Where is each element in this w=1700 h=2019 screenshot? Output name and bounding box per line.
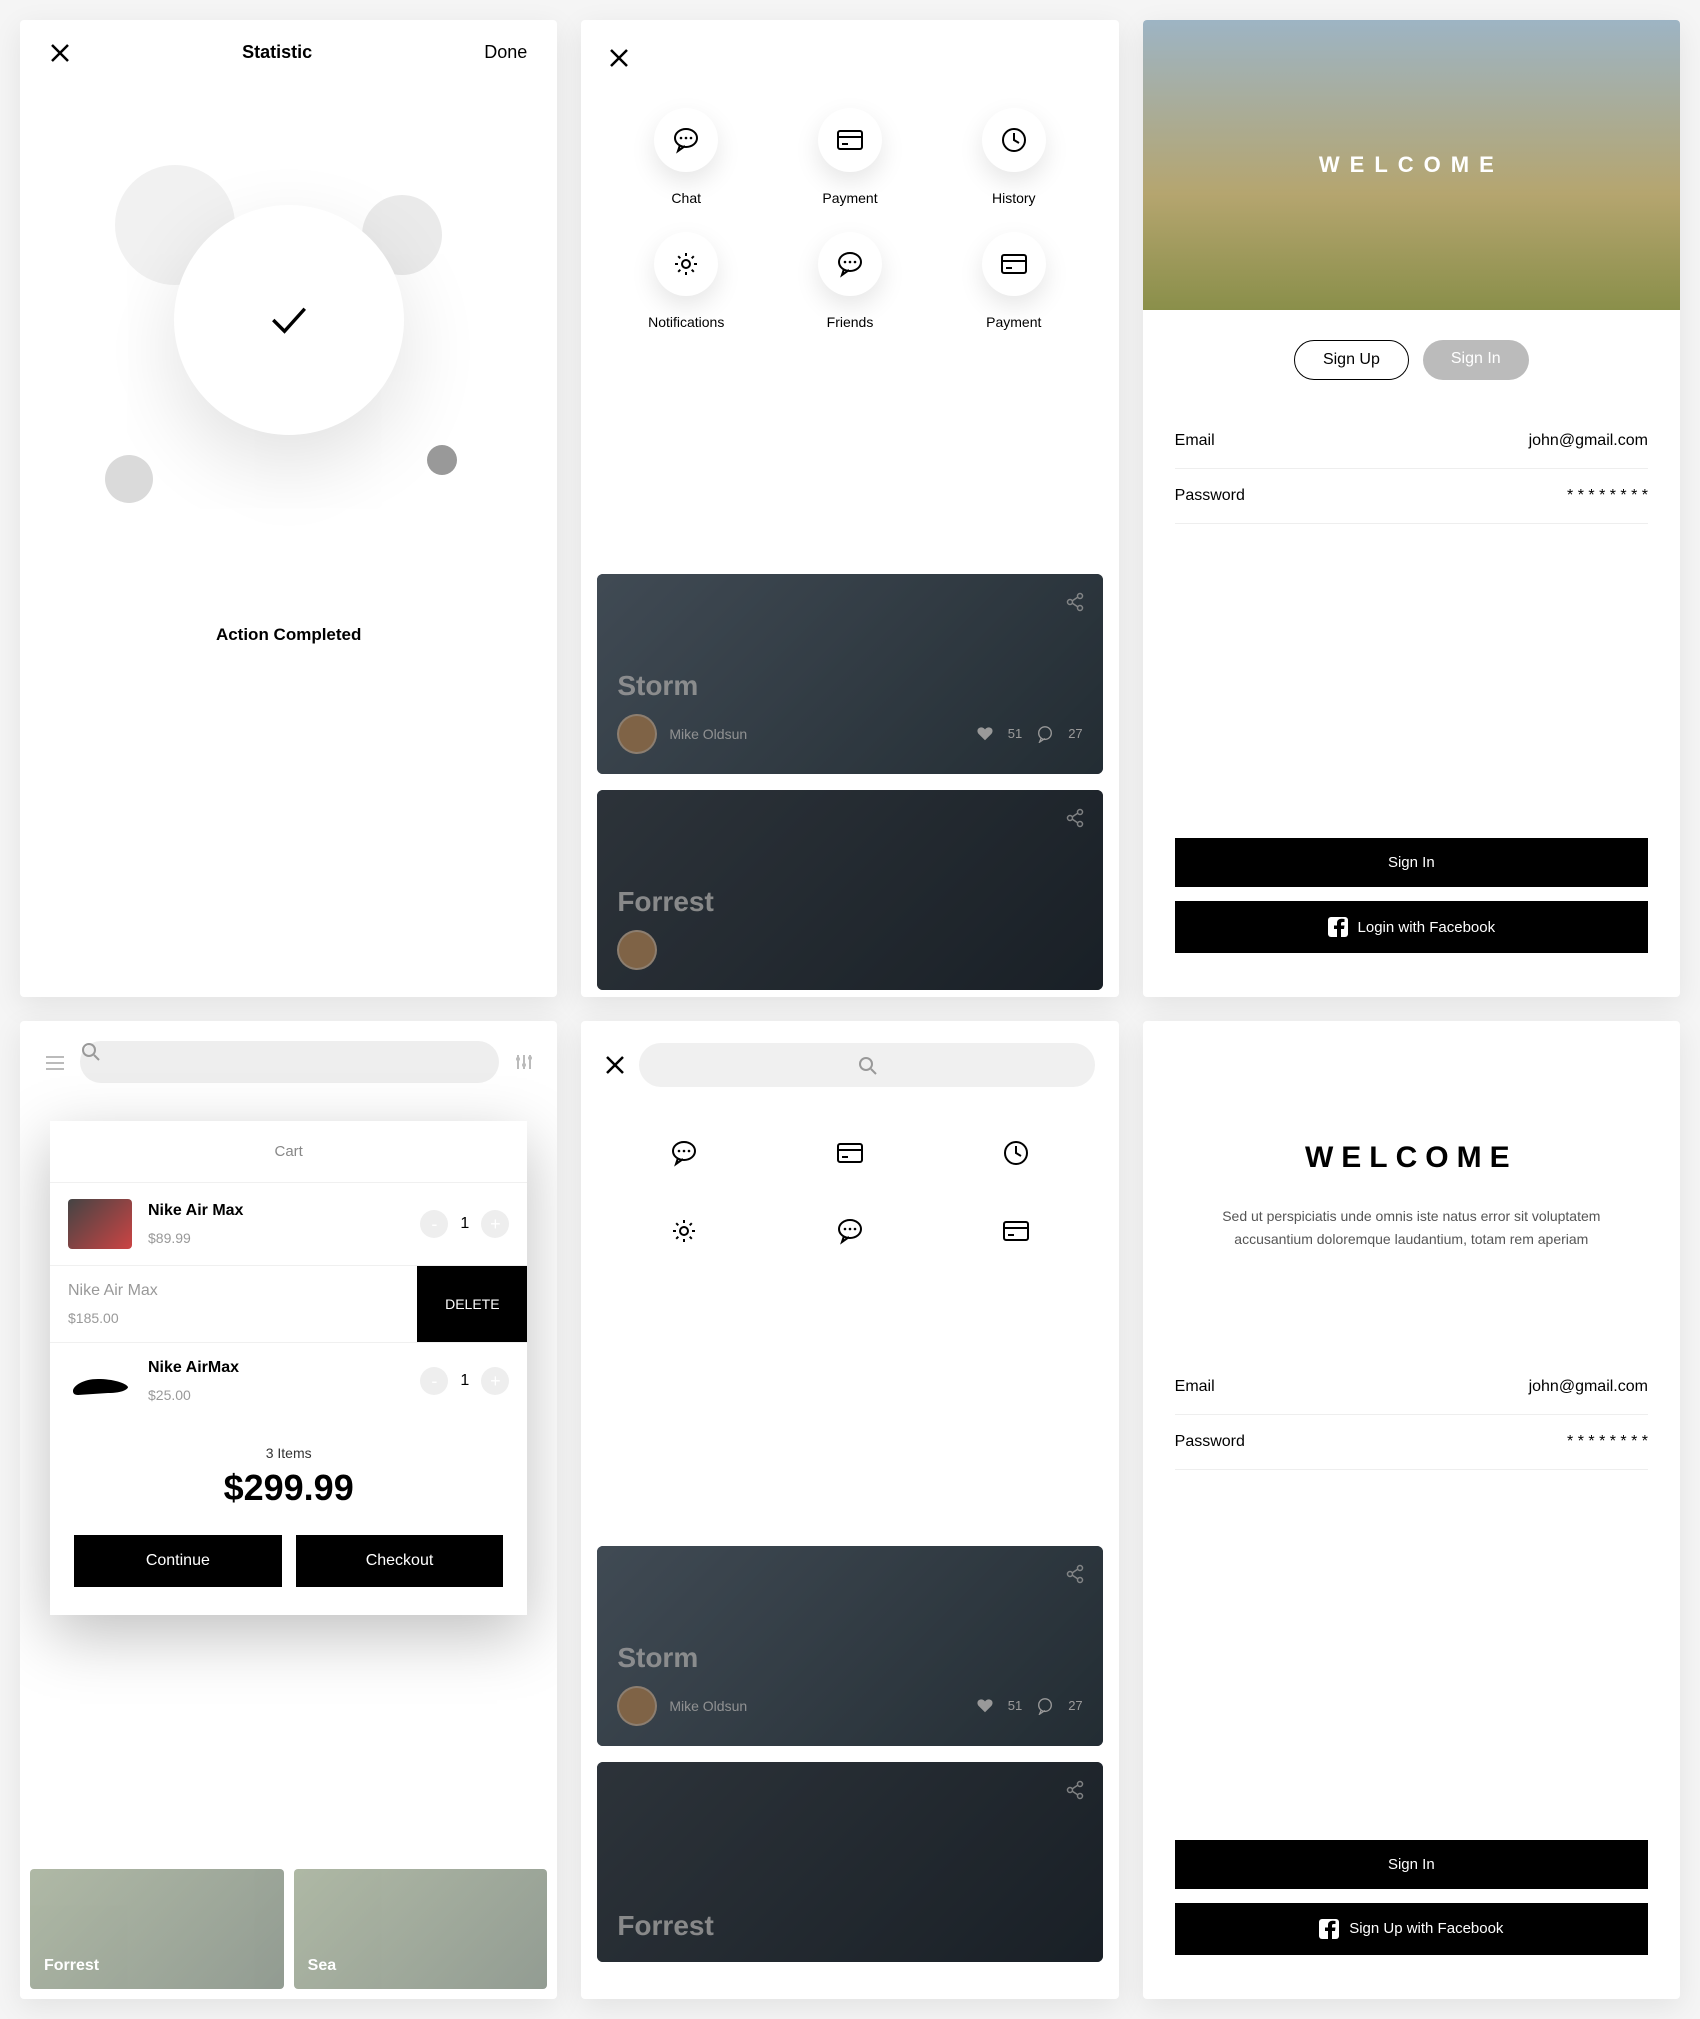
share-icon[interactable] xyxy=(1065,1564,1085,1584)
card-icon xyxy=(1000,250,1028,278)
bg-card: Forrest xyxy=(30,1869,284,1989)
action-menu: Chat Payment History Notifications Frien… xyxy=(609,108,1090,330)
chat-icon[interactable] xyxy=(670,1139,698,1167)
feed-card[interactable]: Storm Mike Oldsun 5127 xyxy=(597,574,1102,774)
cart-modal: Cart Nike Air Max$89.99 -1+ Nike Air Max… xyxy=(50,1121,527,1615)
gear-icon xyxy=(672,250,700,278)
screen-signin-text: WELCOME Sed ut perspiciatis unde omnis i… xyxy=(1143,1021,1680,1998)
bg-card: Sea xyxy=(294,1869,548,1989)
menu-item-friends[interactable]: Friends xyxy=(773,232,927,330)
menu-icon[interactable] xyxy=(44,1052,66,1072)
search-input[interactable] xyxy=(639,1043,1094,1087)
close-icon[interactable] xyxy=(609,48,629,68)
share-icon[interactable] xyxy=(1065,592,1085,612)
clock-icon[interactable] xyxy=(1002,1139,1030,1167)
close-icon[interactable] xyxy=(605,1055,625,1075)
product-image xyxy=(68,1361,132,1401)
chat-icon[interactable] xyxy=(836,1217,864,1245)
comment-icon[interactable] xyxy=(1036,1697,1054,1715)
email-field[interactable]: Emailjohn@gmail.com xyxy=(1175,414,1648,469)
screen-menu-icons: Storm Mike Oldsun 5127 Forrest xyxy=(581,1021,1118,1998)
share-icon[interactable] xyxy=(1065,808,1085,828)
qty-minus[interactable]: - xyxy=(420,1210,448,1238)
qty-plus[interactable]: + xyxy=(481,1210,509,1238)
avatar[interactable] xyxy=(617,714,657,754)
close-icon[interactable] xyxy=(50,43,70,63)
menu-item-notifications[interactable]: Notifications xyxy=(609,232,763,330)
menu-item-payment[interactable]: Payment xyxy=(773,108,927,206)
cart-item: Nike Air Max$89.99 -1+ xyxy=(50,1182,527,1265)
card-icon[interactable] xyxy=(836,1139,864,1167)
chat-icon xyxy=(836,250,864,278)
feed-card[interactable]: Forrest xyxy=(597,1762,1102,1962)
facebook-icon xyxy=(1319,1919,1339,1939)
feed-card[interactable]: Storm Mike Oldsun 5127 xyxy=(597,1546,1102,1746)
password-field[interactable]: Password* * * * * * * * xyxy=(1175,469,1648,524)
cart-total: $299.99 xyxy=(76,1467,501,1509)
heart-icon[interactable] xyxy=(976,1697,994,1715)
filters-icon[interactable] xyxy=(513,1052,533,1072)
menu-item-chat[interactable]: Chat xyxy=(609,108,763,206)
cart-item: Nike Air Max$185.00 DELETE xyxy=(50,1265,527,1342)
heart-icon[interactable] xyxy=(976,725,994,743)
avatar[interactable] xyxy=(617,1686,657,1726)
action-icons xyxy=(581,1109,1118,1275)
comment-icon[interactable] xyxy=(1036,725,1054,743)
card-icon[interactable] xyxy=(1002,1217,1030,1245)
cart-title: Cart xyxy=(50,1121,527,1182)
facebook-icon xyxy=(1328,917,1348,937)
tab-signup[interactable]: Sign Up xyxy=(1294,340,1409,380)
facebook-button[interactable]: Sign Up with Facebook xyxy=(1175,1903,1648,1955)
search-icon xyxy=(857,1055,877,1075)
checkout-button[interactable]: Checkout xyxy=(296,1535,504,1587)
check-icon xyxy=(259,302,319,338)
avatar[interactable] xyxy=(617,930,657,970)
feed-card[interactable]: Forrest xyxy=(597,790,1102,990)
password-field[interactable]: Password* * * * * * * * xyxy=(1175,1415,1648,1470)
continue-button[interactable]: Continue xyxy=(74,1535,282,1587)
qty-minus[interactable]: - xyxy=(420,1367,448,1395)
screen-statistic: Statistic Done Action Completed xyxy=(20,20,557,997)
search-input[interactable] xyxy=(80,1041,499,1083)
page-title: Statistic xyxy=(242,42,312,63)
product-image xyxy=(68,1199,132,1249)
welcome-desc: Sed ut perspiciatis unde omnis iste natu… xyxy=(1143,1205,1680,1250)
delete-button[interactable]: DELETE xyxy=(417,1266,527,1342)
clock-icon xyxy=(1000,126,1028,154)
share-icon[interactable] xyxy=(1065,1780,1085,1800)
facebook-button[interactable]: Login with Facebook xyxy=(1175,901,1648,953)
success-art xyxy=(20,165,557,545)
cart-item: Nike AirMax$25.00 -1+ xyxy=(50,1342,527,1419)
card-icon xyxy=(836,126,864,154)
search-icon xyxy=(80,1041,100,1061)
qty-plus[interactable]: + xyxy=(481,1367,509,1395)
screen-menu-labeled: Chat Payment History Notifications Frien… xyxy=(581,20,1118,997)
tab-signin[interactable]: Sign In xyxy=(1423,340,1529,380)
menu-item-history[interactable]: History xyxy=(937,108,1091,206)
screen-signin-hero: WELCOME Sign Up Sign In Emailjohn@gmail.… xyxy=(1143,20,1680,997)
welcome-title: WELCOME xyxy=(1143,1021,1680,1205)
status-message: Action Completed xyxy=(20,625,557,645)
chat-icon xyxy=(672,126,700,154)
done-button[interactable]: Done xyxy=(484,42,527,63)
item-count: 3 Items xyxy=(76,1445,501,1461)
screen-cart: Forrest Sea Cart Nike Air Max$89.99 -1+ … xyxy=(20,1021,557,1998)
hero-image: WELCOME xyxy=(1143,20,1680,310)
signin-button[interactable]: Sign In xyxy=(1175,1840,1648,1889)
email-field[interactable]: Emailjohn@gmail.com xyxy=(1175,1360,1648,1415)
gear-icon[interactable] xyxy=(670,1217,698,1245)
menu-item-payment[interactable]: Payment xyxy=(937,232,1091,330)
signin-button[interactable]: Sign In xyxy=(1175,838,1648,887)
